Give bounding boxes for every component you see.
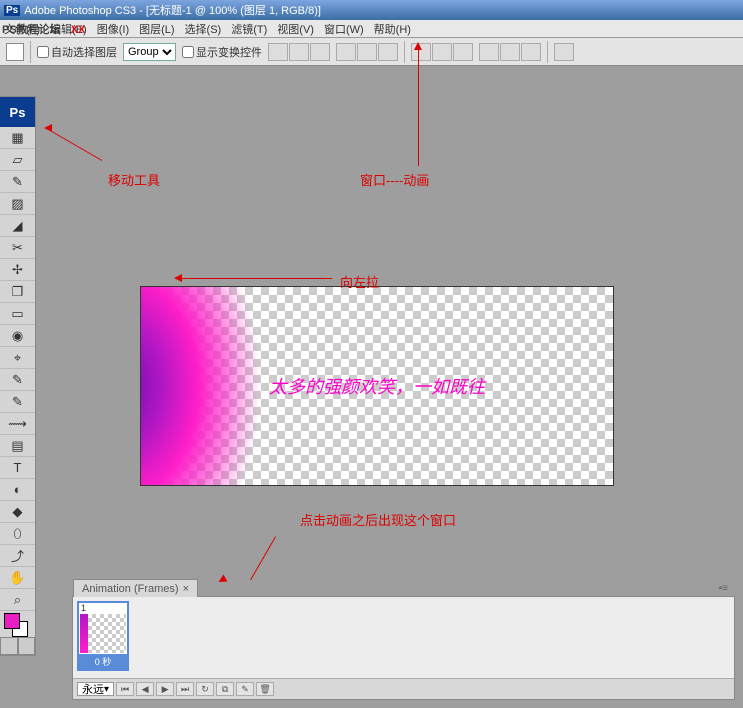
tool-zoom[interactable]: ⌕ bbox=[0, 589, 35, 611]
tween-button[interactable]: ↻ bbox=[196, 682, 214, 696]
menu-layer[interactable]: 图层(L) bbox=[139, 21, 174, 37]
distribute-buttons[interactable] bbox=[411, 43, 473, 61]
panel-menu-icon[interactable]: ▪≡ bbox=[719, 583, 728, 594]
tool-heal[interactable]: ✢ bbox=[0, 259, 35, 281]
tool-lasso[interactable]: ✎ bbox=[0, 171, 35, 193]
prev-frame-button[interactable]: ◀ bbox=[136, 682, 154, 696]
menu-help[interactable]: 帮助(H) bbox=[374, 21, 411, 37]
tool-move[interactable]: ▦ bbox=[0, 127, 35, 149]
watermark: PS教程论坛XX bbox=[2, 20, 95, 37]
tool-stamp[interactable]: ▭ bbox=[0, 303, 35, 325]
ps-logo: Ps bbox=[0, 97, 35, 127]
play-button[interactable]: ▶ bbox=[156, 682, 174, 696]
frame-1[interactable]: 1 0 秒 bbox=[77, 601, 129, 671]
tool-pen[interactable]: ▤ bbox=[0, 435, 35, 457]
canvas-text: 太多的强颜欢笑，一如既往 bbox=[141, 373, 613, 399]
align-buttons-2[interactable] bbox=[336, 43, 398, 61]
quickmask[interactable] bbox=[0, 637, 35, 655]
animation-frames: 1 0 秒 bbox=[73, 597, 734, 679]
next-frame-button[interactable]: ⏭ bbox=[176, 682, 194, 696]
menu-filter[interactable]: 滤镜(T) bbox=[231, 21, 267, 37]
animation-panel: Animation (Frames)× ▪≡ 1 0 秒 永远 ▾ ⏮ ◀ ▶ … bbox=[72, 596, 735, 700]
distribute-buttons-2[interactable] bbox=[479, 43, 541, 61]
menu-select[interactable]: 选择(S) bbox=[185, 21, 222, 37]
group-select[interactable]: Group bbox=[123, 43, 176, 61]
menu-view[interactable]: 视图(V) bbox=[277, 21, 314, 37]
animation-tab[interactable]: Animation (Frames)× bbox=[73, 579, 198, 597]
arrange-button[interactable] bbox=[554, 43, 574, 61]
tool-wand[interactable]: ▨ bbox=[0, 193, 35, 215]
delete-button[interactable]: 🗑 bbox=[256, 682, 274, 696]
workspace: Ps ▦ ▱ ✎ ▨ ◢ ✂ ✢ ❐ ▭ ◉ ⌖ ✎ ✎ ⟿ ▤ T ◐ ◆ ⬯… bbox=[0, 66, 743, 708]
align-buttons[interactable] bbox=[268, 43, 330, 61]
transform-checkbox[interactable]: 显示变换控件 bbox=[182, 44, 262, 60]
duplicate-button[interactable]: ⧉ bbox=[216, 682, 234, 696]
menu-bar: PS教程论坛XX 文件(F) 编辑(E) 图像(I) 图层(L) 选择(S) 滤… bbox=[0, 20, 743, 38]
tool-slice[interactable]: ✂ bbox=[0, 237, 35, 259]
first-frame-button[interactable]: ⏮ bbox=[116, 682, 134, 696]
color-swatch[interactable] bbox=[0, 611, 35, 637]
options-bar: 自动选择图层 Group 显示变换控件 bbox=[0, 38, 743, 66]
tool-type[interactable]: T bbox=[0, 457, 35, 479]
new-frame-button[interactable]: ✎ bbox=[236, 682, 254, 696]
tool-eyedrop[interactable]: ⤴ bbox=[0, 545, 35, 567]
toolbox: Ps ▦ ▱ ✎ ▨ ◢ ✂ ✢ ❐ ▭ ◉ ⌖ ✎ ✎ ⟿ ▤ T ◐ ◆ ⬯… bbox=[0, 96, 36, 656]
tool-marquee[interactable]: ▱ bbox=[0, 149, 35, 171]
fg-color[interactable] bbox=[4, 613, 20, 629]
tool-path[interactable]: ◐ bbox=[0, 479, 35, 501]
tool-gradient[interactable]: ✎ bbox=[0, 369, 35, 391]
window-title: Adobe Photoshop CS3 - [无标题-1 @ 100% (图层 … bbox=[24, 2, 321, 18]
tool-shape[interactable]: ◆ bbox=[0, 501, 35, 523]
tool-history[interactable]: ◉ bbox=[0, 325, 35, 347]
loop-select[interactable]: 永远 ▾ bbox=[77, 682, 114, 696]
tool-crop[interactable]: ◢ bbox=[0, 215, 35, 237]
menu-image[interactable]: 图像(I) bbox=[97, 21, 129, 37]
title-bar: Ps Adobe Photoshop CS3 - [无标题-1 @ 100% (… bbox=[0, 0, 743, 20]
move-tool-icon[interactable] bbox=[6, 43, 24, 61]
tool-eraser[interactable]: ⌖ bbox=[0, 347, 35, 369]
app-icon: Ps bbox=[4, 5, 20, 16]
menu-window[interactable]: 窗口(W) bbox=[324, 21, 364, 37]
frame-thumb bbox=[80, 614, 126, 653]
tool-blur[interactable]: ✎ bbox=[0, 391, 35, 413]
tool-dodge[interactable]: ⟿ bbox=[0, 413, 35, 435]
close-icon[interactable]: × bbox=[183, 583, 189, 595]
canvas[interactable]: 太多的强颜欢笑，一如既往 bbox=[140, 286, 614, 486]
tool-hand[interactable]: ✋ bbox=[0, 567, 35, 589]
tool-notes[interactable]: ⬯ bbox=[0, 523, 35, 545]
animation-controls: 永远 ▾ ⏮ ◀ ▶ ⏭ ↻ ⧉ ✎ 🗑 bbox=[73, 679, 734, 699]
tool-brush[interactable]: ❐ bbox=[0, 281, 35, 303]
auto-select-checkbox[interactable]: 自动选择图层 bbox=[37, 44, 117, 60]
